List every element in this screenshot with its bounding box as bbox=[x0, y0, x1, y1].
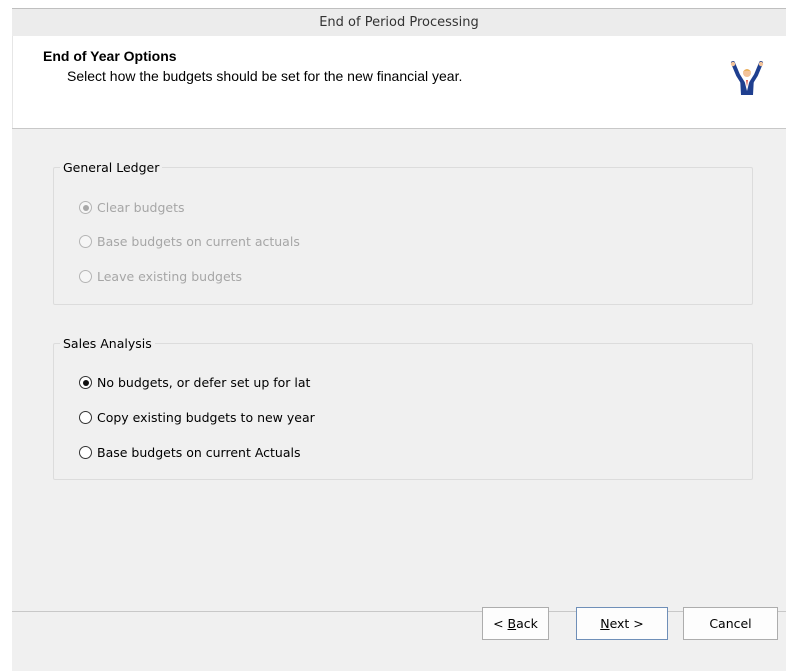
footer-divider bbox=[12, 611, 786, 612]
window-title: End of Period Processing bbox=[319, 15, 479, 30]
cancel-button-label: Cancel bbox=[709, 616, 752, 631]
sa-option-base-on-actuals[interactable]: Base budgets on current Actuals bbox=[79, 445, 301, 460]
radio-icon bbox=[79, 201, 92, 214]
sa-option-copy-existing[interactable]: Copy existing budgets to new year bbox=[79, 410, 315, 425]
back-button-mnemonic: B bbox=[507, 616, 517, 631]
next-button-mnemonic: N bbox=[600, 616, 610, 631]
radio-label: No budgets, or defer set up for lat bbox=[97, 375, 311, 390]
page-title: End of Year Options bbox=[43, 48, 177, 64]
gl-option-leave-existing[interactable]: Leave existing budgets bbox=[79, 269, 242, 284]
sa-option-no-budgets[interactable]: No budgets, or defer set up for lat bbox=[79, 375, 310, 390]
radio-label: Clear budgets bbox=[97, 200, 185, 215]
wizard-figure-icon bbox=[730, 61, 764, 95]
wizard-header: End of Year Options Select how the budge… bbox=[12, 36, 786, 128]
back-button[interactable]: < Back bbox=[482, 607, 549, 640]
general-ledger-legend: General Ledger bbox=[60, 160, 163, 175]
radio-label: Leave existing budgets bbox=[97, 269, 243, 284]
sales-analysis-legend: Sales Analysis bbox=[60, 336, 155, 351]
next-button[interactable]: Next > bbox=[576, 607, 668, 640]
next-button-rest: ext > bbox=[609, 616, 644, 631]
radio-icon bbox=[79, 235, 92, 248]
gl-option-clear-budgets[interactable]: Clear budgets bbox=[79, 200, 185, 215]
radio-icon bbox=[79, 376, 92, 389]
page-subtitle: Select how the budgets should be set for… bbox=[67, 68, 463, 84]
gl-option-base-on-actuals[interactable]: Base budgets on current actuals bbox=[79, 234, 300, 249]
radio-icon bbox=[79, 270, 92, 283]
radio-label: Copy existing budgets to new year bbox=[97, 410, 315, 425]
radio-icon bbox=[79, 411, 92, 424]
radio-label: Base budgets on current actuals bbox=[97, 234, 300, 249]
wizard-body: General Ledger Clear budgets Base budget… bbox=[12, 128, 786, 671]
cancel-button[interactable]: Cancel bbox=[683, 607, 778, 640]
radio-icon bbox=[79, 446, 92, 459]
window-titlebar: End of Period Processing bbox=[12, 8, 786, 36]
radio-label: Base budgets on current Actuals bbox=[97, 445, 301, 460]
back-button-prefix: < bbox=[493, 616, 508, 631]
back-button-rest: ack bbox=[516, 616, 538, 631]
